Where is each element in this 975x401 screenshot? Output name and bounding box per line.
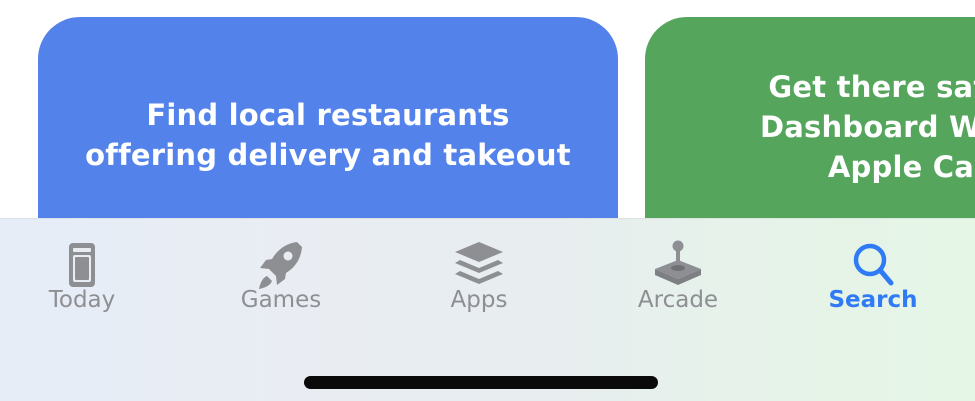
card-title-line: offering delivery and takeout xyxy=(85,138,571,172)
card-title-line: Apple CarPlay xyxy=(827,150,975,184)
tab-label: Apps xyxy=(450,287,508,313)
tab-label: Search xyxy=(828,287,918,313)
card-title-line: Find local restaurants xyxy=(146,98,510,132)
card-title: Get there safely with Dashboard Wallet a… xyxy=(645,67,975,187)
tab-arcade[interactable]: Arcade xyxy=(618,219,738,329)
card-title-line: Get there safely with xyxy=(768,70,975,104)
home-indicator xyxy=(304,376,658,389)
card-title: Find local restaurants offering delivery… xyxy=(38,95,618,175)
app-store-screen: Find local restaurants offering delivery… xyxy=(0,0,975,401)
tab-bar: Today Games Apps Arcade Search xyxy=(0,218,975,401)
tab-label: Games xyxy=(240,287,322,313)
tab-search[interactable]: Search xyxy=(813,219,933,329)
tab-games[interactable]: Games xyxy=(221,219,341,329)
tab-label: Today xyxy=(48,287,116,313)
card-title-line: Dashboard Wallet and xyxy=(760,110,975,144)
tab-today[interactable]: Today xyxy=(22,219,142,329)
tab-label: Arcade xyxy=(637,287,719,313)
tab-apps[interactable]: Apps xyxy=(419,219,539,329)
